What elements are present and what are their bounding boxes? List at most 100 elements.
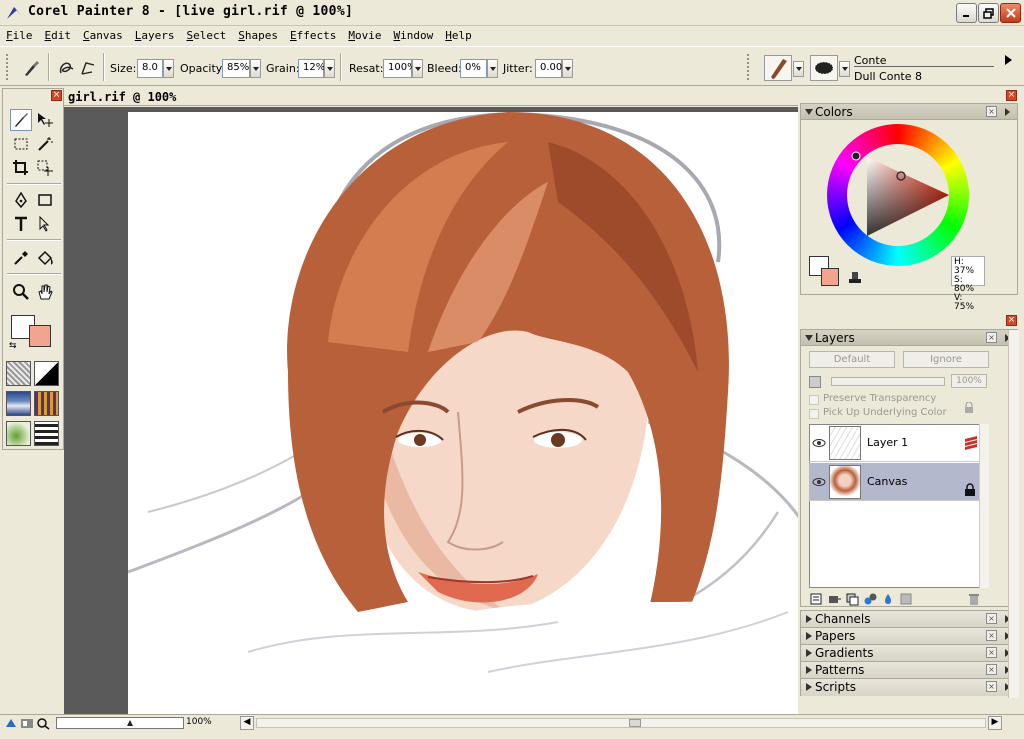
zoom-slider-thumb[interactable] (127, 720, 133, 726)
papers-close-icon[interactable]: × (986, 630, 997, 641)
color-swatches[interactable]: ⇆ (9, 315, 57, 351)
clone-color-stamp-icon[interactable] (847, 270, 863, 286)
menu-window[interactable]: Window (388, 27, 440, 45)
pick-up-underlying-checkbox[interactable] (809, 409, 819, 419)
colors-panel-menu-icon[interactable] (1005, 108, 1010, 116)
grabber-tool[interactable] (34, 281, 56, 303)
size-slider-button[interactable] (163, 59, 174, 78)
document-canvas-area[interactable] (64, 107, 798, 714)
canvas-image[interactable] (127, 112, 798, 714)
collapse-triangle-icon[interactable] (805, 109, 813, 115)
colors-panel-close-icon[interactable]: × (986, 106, 997, 117)
painter-app-icon[interactable] (5, 4, 23, 22)
layer-opacity-slider[interactable] (831, 377, 945, 386)
zoom-slider[interactable] (56, 717, 184, 729)
layers-palette-close-icon[interactable]: × (1006, 315, 1017, 326)
crop-tool[interactable] (10, 157, 32, 179)
delete-layer-icon[interactable] (967, 592, 981, 606)
grain-field[interactable]: 12% (298, 59, 325, 78)
zoom-icon[interactable] (36, 717, 50, 730)
menu-file[interactable]: File (0, 27, 39, 45)
collapse-triangle-icon[interactable] (805, 335, 813, 341)
jitter-field[interactable]: 0.00 (535, 59, 562, 78)
layer-commands-icon[interactable] (845, 592, 859, 606)
menu-select[interactable]: Select (181, 27, 233, 45)
expand-triangle-icon[interactable] (806, 649, 812, 657)
channels-close-icon[interactable]: × (986, 613, 997, 624)
paper-selector[interactable] (6, 361, 31, 386)
grain-slider-button[interactable] (324, 59, 335, 78)
magnifier-tool[interactable] (10, 281, 32, 303)
menu-help[interactable]: Help (439, 27, 478, 45)
scroll-right-button[interactable]: ▶ (988, 716, 1002, 730)
composite-method-select[interactable]: Default (809, 351, 895, 368)
expand-triangle-icon[interactable] (806, 666, 812, 674)
saturation-value-triangle[interactable] (827, 124, 969, 266)
opacity-slider-button[interactable] (250, 59, 261, 78)
rectangular-selection-tool[interactable] (10, 133, 32, 155)
pattern-selector[interactable] (6, 391, 31, 416)
magic-wand-tool[interactable] (34, 133, 56, 155)
toolbox-close-icon[interactable]: × (51, 90, 62, 101)
horizontal-scroll-thumb[interactable] (629, 719, 641, 727)
menu-layers[interactable]: Layers (129, 27, 181, 45)
shape-selection-tool[interactable] (34, 213, 56, 235)
resat-slider-button[interactable] (412, 59, 423, 78)
expand-triangle-icon[interactable] (806, 683, 812, 691)
layer-adjuster-tool[interactable] (34, 109, 56, 131)
composite-depth-select[interactable]: Ignore (903, 351, 989, 368)
horizontal-scrollbar[interactable] (256, 718, 986, 728)
brush-tool-icon[interactable] (20, 57, 42, 79)
menu-edit[interactable]: Edit (39, 27, 78, 45)
gradients-panel-header[interactable]: Gradients × (801, 645, 1017, 662)
lock-layer-icon[interactable] (963, 401, 975, 414)
resat-field[interactable]: 100% (383, 59, 417, 78)
weaving-selector[interactable] (34, 391, 59, 416)
brush-category-button[interactable] (764, 55, 792, 81)
patterns-panel-header[interactable]: Patterns × (801, 662, 1017, 679)
paint-bucket-tool[interactable] (34, 247, 56, 269)
layer-attributes-icon[interactable] (809, 592, 823, 606)
bleed-field[interactable]: 0% (460, 59, 487, 78)
toolbar-grip[interactable] (5, 53, 9, 81)
layers-panel-close-icon[interactable]: × (986, 332, 997, 343)
look-selector[interactable] (34, 421, 59, 446)
layer-opacity-value[interactable]: 100% (951, 374, 987, 388)
menu-canvas[interactable]: Canvas (77, 27, 129, 45)
rectangular-shape-tool[interactable] (34, 189, 56, 211)
new-layer-mask-icon[interactable] (863, 592, 877, 606)
restore-button[interactable] (978, 3, 999, 23)
swap-colors-icon[interactable]: ⇆ (9, 341, 17, 351)
tracing-paper-icon[interactable] (20, 717, 34, 730)
colors-additional-swatch[interactable] (821, 268, 839, 286)
minimize-button[interactable] (956, 3, 977, 23)
jitter-slider-button[interactable] (562, 59, 573, 78)
new-layer-icon[interactable] (899, 592, 913, 606)
scripts-panel-header[interactable]: Scripts × (801, 679, 1017, 696)
nozzle-selector[interactable] (6, 421, 31, 446)
menu-movie[interactable]: Movie (342, 27, 387, 45)
brush-category-dropdown[interactable] (793, 61, 804, 77)
layer-row-layer-1[interactable]: Layer 1 (809, 424, 981, 462)
patterns-close-icon[interactable]: × (986, 664, 997, 675)
dropper-tool[interactable] (10, 247, 32, 269)
channels-panel-header[interactable]: Channels × (801, 611, 1017, 628)
menu-effects[interactable]: Effects (284, 27, 342, 45)
close-button[interactable] (1000, 3, 1021, 23)
layers-scrollbar[interactable] (979, 424, 989, 588)
brush-tool[interactable] (10, 109, 32, 131)
opacity-field[interactable]: 85% (222, 59, 250, 78)
straight-line-stroke-icon[interactable] (78, 57, 98, 79)
layers-panel-header[interactable]: Layers × (801, 330, 1017, 346)
colors-palette-close-icon[interactable]: × (1006, 90, 1017, 101)
create-layer-mask-icon[interactable] (881, 592, 895, 606)
palette-scrollbar[interactable] (1008, 330, 1019, 698)
scripts-close-icon[interactable]: × (986, 681, 997, 692)
text-tool[interactable] (10, 213, 32, 235)
brush-variant-button[interactable] (810, 55, 838, 81)
canvas-visibility-eye-icon[interactable] (812, 475, 826, 489)
gradient-selector[interactable] (34, 361, 59, 386)
expand-triangle-icon[interactable] (806, 632, 812, 640)
brush-selector-grip[interactable] (746, 53, 750, 81)
drawing-mode-icon[interactable] (4, 717, 18, 730)
